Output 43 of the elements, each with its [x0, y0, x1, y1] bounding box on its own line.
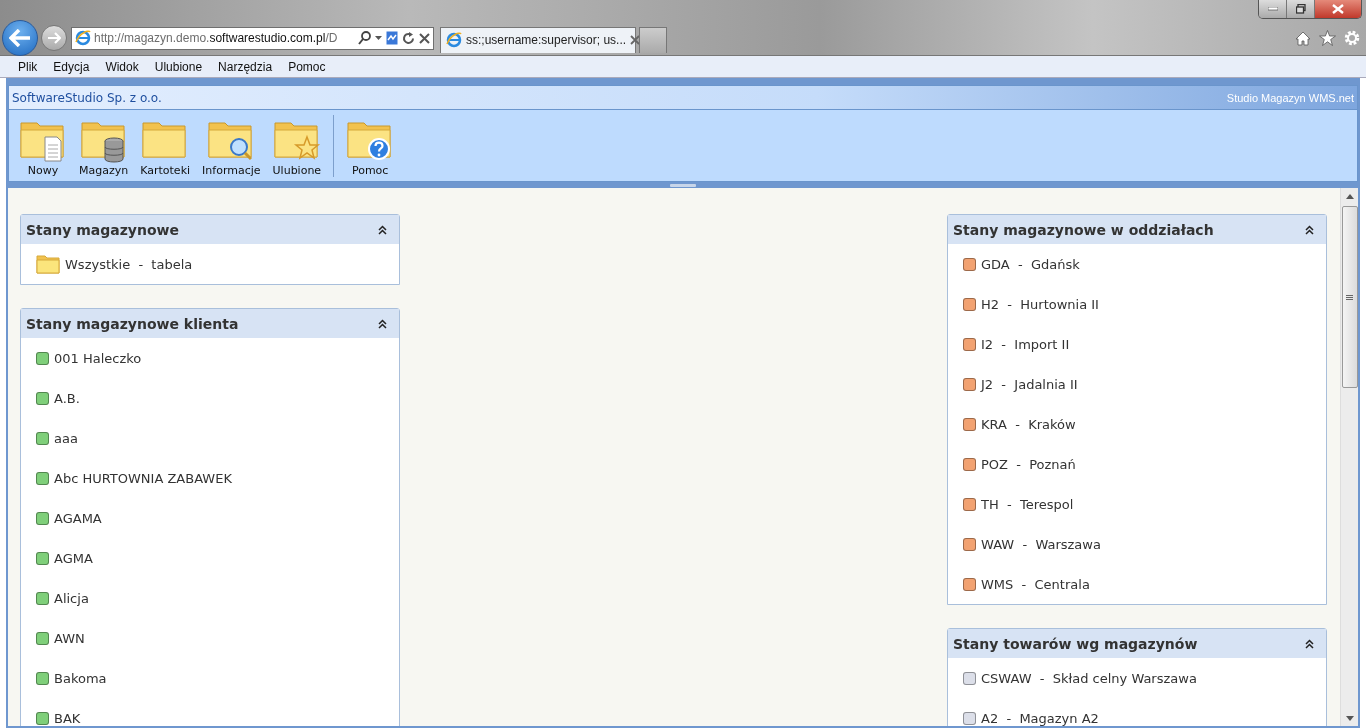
toolbar-button[interactable]: Pomoc [340, 115, 401, 177]
list-link[interactable]: A2 - Magazyn A2 [981, 710, 1099, 726]
company-name: SoftwareStudio Sp. z o.o. [12, 90, 162, 105]
toolbar-button[interactable]: Informacje [196, 115, 267, 177]
toolbar-button[interactable]: Nowy [13, 115, 73, 177]
panel-title: Stany magazynowe [26, 221, 179, 238]
menu-item[interactable]: Ulubione [146, 59, 211, 74]
list-link[interactable]: GDA - Gdańsk [981, 256, 1080, 272]
tab-title: ss:;username:supervisor; us... [466, 33, 627, 47]
list-link[interactable]: H2 - Hurtownia II [981, 296, 1099, 312]
address-field[interactable]: http://magazyn.demo.softwarestudio.com.pl/D [71, 26, 434, 50]
panel-title: Stany magazynowe w oddziałach [953, 221, 1214, 238]
list-link[interactable]: AWN [54, 630, 85, 646]
list-link[interactable]: 001 Haleczko [54, 350, 142, 366]
list-link[interactable]: Wszystkie - tabela [65, 256, 193, 272]
browser-tab[interactable]: ss:;username:supervisor; us... [440, 26, 636, 53]
menu-item[interactable]: Plik [10, 59, 46, 74]
list-link[interactable]: Alicja [54, 590, 89, 606]
menu-item[interactable]: Edycja [45, 59, 98, 74]
list-link[interactable]: KRA - Kraków [981, 416, 1076, 432]
toolbar-button[interactable]: Ulubione [266, 115, 328, 177]
list-link[interactable]: Abc HURTOWNIA ZABAWEK [54, 470, 232, 486]
list-link[interactable]: WAW - Warszawa [981, 536, 1101, 552]
list-link[interactable]: AGMA [54, 550, 93, 566]
list-link[interactable]: BAK [54, 710, 81, 726]
menu-item[interactable]: Pomoc [280, 59, 334, 74]
list-link[interactable]: POZ - Poznań [981, 456, 1076, 472]
list-link[interactable]: Bakoma [54, 670, 107, 686]
list-link[interactable]: A.B. [54, 390, 80, 406]
menu-item[interactable]: Narzędzia [210, 59, 281, 74]
list-link[interactable]: CSWAW - Skład celny Warszawa [981, 670, 1197, 686]
list-link[interactable]: I2 - Import II [981, 336, 1070, 352]
menu-item[interactable]: Widok [97, 59, 147, 74]
toolbar-button[interactable]: Kartoteki [134, 115, 197, 177]
list-link[interactable]: AGAMA [54, 510, 102, 526]
product-name: Studio Magazyn WMS.net [1226, 91, 1354, 104]
list-link[interactable]: J2 - Jadalnia II [981, 376, 1078, 392]
list-link[interactable]: aaa [54, 430, 78, 446]
panel-title: Stany magazynowe klienta [26, 315, 239, 332]
list-link[interactable]: WMS - Centrala [981, 576, 1090, 592]
panel-title: Stany towarów wg magazynów [953, 635, 1198, 652]
list-link[interactable]: TH - Terespol [981, 496, 1074, 512]
toolbar-button[interactable]: Magazyn [73, 115, 135, 177]
